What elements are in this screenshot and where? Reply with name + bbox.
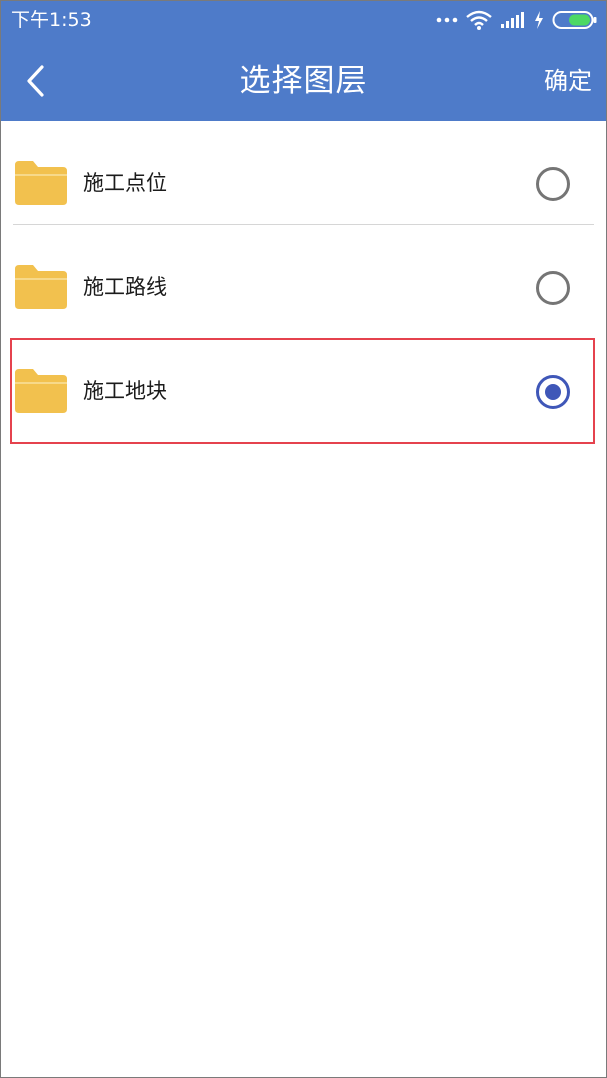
radio-dot [545, 384, 561, 400]
page-title: 选择图层 [239, 63, 368, 99]
layer-item-1[interactable]: 施工点位 [1, 121, 606, 225]
app-bar: 选择图层 确定 [1, 39, 606, 121]
folder-icon [15, 265, 67, 309]
layer-radio-checked[interactable] [536, 375, 570, 409]
layer-radio[interactable] [536, 167, 570, 201]
folder-icon [15, 369, 67, 413]
status-time: 下午1:53 [11, 9, 92, 31]
wifi-icon [466, 10, 492, 30]
layer-label: 施工点位 [83, 171, 167, 195]
confirm-button[interactable]: 确定 [544, 65, 592, 97]
layer-item-3[interactable]: 施工地块 [1, 329, 606, 433]
status-bar: 下午1:53 [1, 1, 606, 39]
layer-list: 施工点位 施工路线 施工地块 [1, 121, 606, 433]
screen: 下午1:53 选择图层 确定 施工点位 施工路线 施工地块 [0, 0, 607, 1078]
layer-label: 施工地块 [83, 379, 167, 403]
layer-label: 施工路线 [83, 275, 167, 299]
signal-icon [500, 11, 526, 29]
status-icons [428, 9, 598, 31]
layer-item-2[interactable]: 施工路线 [1, 225, 606, 329]
more-dots-icon [436, 17, 458, 23]
folder-icon [15, 161, 67, 205]
charging-icon [534, 11, 544, 29]
battery-icon [552, 10, 598, 30]
layer-radio[interactable] [536, 271, 570, 305]
